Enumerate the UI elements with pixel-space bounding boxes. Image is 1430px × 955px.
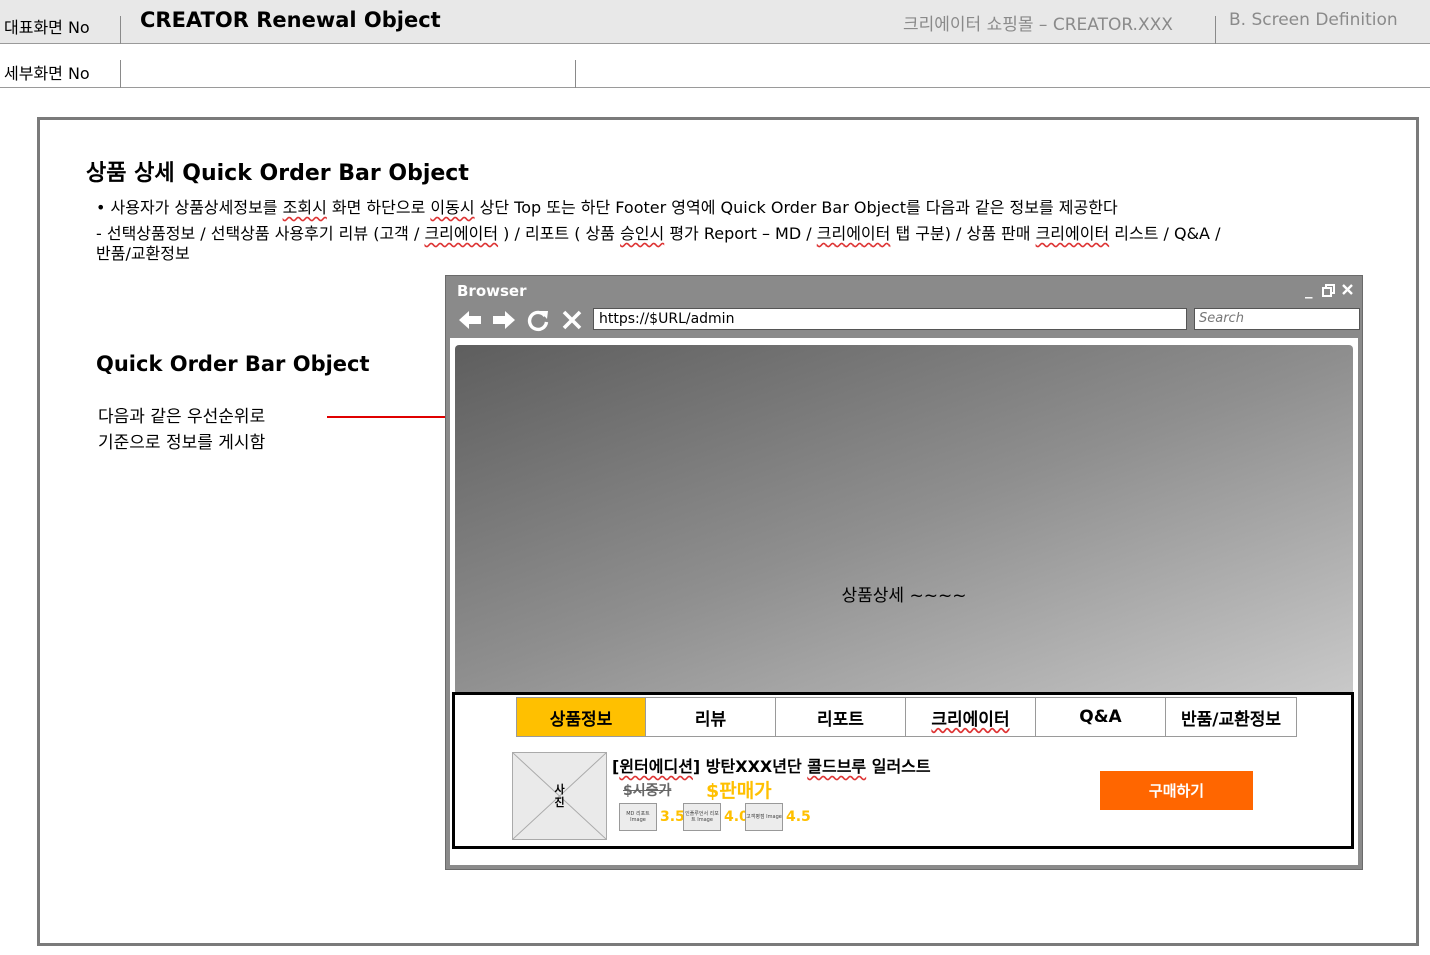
product-detail-text: 상품상세 ~~~~ bbox=[841, 586, 967, 606]
browser-title: Browser bbox=[457, 282, 527, 300]
tab-label: 리포트 bbox=[817, 709, 864, 730]
search-input[interactable]: Search bbox=[1194, 308, 1360, 330]
description-line-3: 반품/교환정보 bbox=[96, 244, 190, 263]
desc-text: • 사용자가 상품상세정보를 bbox=[96, 198, 283, 217]
browser-viewport: 상품상세 ~~~~ 상품정보 리뷰 리포트 크리에이터 Q&A 반품/교환정보 … bbox=[450, 338, 1358, 865]
list-price: $시중가 bbox=[623, 783, 672, 799]
side-desc-line: 기준으로 정보를 게시함 bbox=[98, 433, 266, 453]
product-photo-placeholder: 사 진 bbox=[512, 752, 607, 840]
tab-label: 리뷰 bbox=[694, 709, 727, 730]
quick-order-tabs: 상품정보 리뷰 리포트 크리에이터 Q&A 반품/교환정보 bbox=[516, 697, 1297, 737]
callout-connector-line bbox=[327, 416, 453, 418]
product-name: [윈터에디션] 방탄XXX년단 콜드브루 일러스트 bbox=[612, 753, 931, 777]
tab-review[interactable]: 리뷰 bbox=[646, 697, 776, 737]
product-detail-area: 상품상세 ~~~~ bbox=[455, 345, 1353, 695]
page-title: CREATOR Renewal Object bbox=[140, 8, 441, 32]
side-desc-line: 다음과 같은 우선순위로 bbox=[98, 407, 266, 427]
tab-label: Q&A bbox=[1079, 707, 1122, 727]
rating-influencer: 인플루언서 리포트 Image 4.0 bbox=[683, 803, 749, 831]
restore-icon[interactable] bbox=[1322, 283, 1335, 301]
main-screen-no-label: 대표화면 No bbox=[4, 18, 90, 37]
rating-score: 4.5 bbox=[786, 809, 811, 825]
photo-label-line: 진 bbox=[554, 796, 565, 809]
forward-arrow-icon[interactable] bbox=[490, 306, 518, 334]
section-title: 상품 상세 Quick Order Bar Object bbox=[86, 161, 469, 186]
tab-label: 반품/교환정보 bbox=[1180, 709, 1282, 730]
product-name-text: ] 방탄XXX년단 bbox=[692, 757, 808, 776]
quick-order-bar: 상품정보 리뷰 리포트 크리에이터 Q&A 반품/교환정보 사 진 [윈터에디션… bbox=[452, 692, 1354, 849]
browser-nav bbox=[456, 306, 586, 334]
rating-image: 인플루언서 리포트 Image bbox=[683, 803, 721, 831]
side-description: 다음과 같은 우선순위로 기준으로 정보를 게시함 bbox=[98, 404, 265, 456]
product-name-text: 일러스트 bbox=[866, 757, 931, 776]
header-row-main: 대표화면 No CREATOR Renewal Object 크리에이터 쇼핑몰… bbox=[0, 0, 1430, 44]
rating-image: 고객평점 Image bbox=[745, 803, 783, 831]
desc-text: 크리에이터 bbox=[424, 224, 499, 243]
rating-customer: 고객평점 Image 4.5 bbox=[745, 803, 811, 831]
site-name: 크리에이터 쇼핑몰 – CREATOR.XXX bbox=[903, 15, 1173, 35]
description-line-2: - 선택상품정보 / 선택상품 사용후기 리뷰 (고객 / 크리에이터 ) / … bbox=[96, 224, 1220, 244]
back-arrow-icon[interactable] bbox=[456, 306, 484, 334]
product-name-text: 윈터에디션 bbox=[619, 757, 693, 776]
desc-text: 조회시 bbox=[282, 198, 327, 217]
browser-window: Browser _ https://$URL/admin Search 상품상세… bbox=[445, 275, 1363, 870]
desc-text: 이동시 bbox=[430, 198, 475, 217]
tab-label: 크리에이터 bbox=[931, 709, 1010, 730]
desc-text: 평가 Report – MD / bbox=[664, 224, 817, 243]
desc-text: 탭 구분) / 상품 판매 bbox=[890, 224, 1036, 243]
reload-icon[interactable] bbox=[524, 306, 552, 334]
header-divider bbox=[120, 60, 121, 88]
doc-section: B. Screen Definition bbox=[1229, 10, 1398, 30]
tab-report[interactable]: 리포트 bbox=[776, 697, 906, 737]
side-title: Quick Order Bar Object bbox=[96, 352, 370, 376]
rating-image: MD 리포트 Image bbox=[619, 803, 657, 831]
sub-screen-no-label: 세부화면 No bbox=[4, 64, 90, 83]
desc-text: 화면 하단으로 bbox=[326, 198, 431, 217]
desc-text: 크리에이터 bbox=[816, 224, 891, 243]
desc-text: 승인시 bbox=[620, 224, 665, 243]
header-divider bbox=[1215, 16, 1216, 44]
product-name-text: 콜드브루 bbox=[807, 757, 867, 776]
header-divider bbox=[575, 60, 576, 88]
close-window-icon[interactable] bbox=[1341, 282, 1354, 300]
url-bar[interactable]: https://$URL/admin bbox=[593, 308, 1187, 330]
header-row-sub: 세부화면 No bbox=[0, 44, 1430, 88]
rating-md: MD 리포트 Image 3.5 bbox=[619, 803, 685, 831]
desc-text: ) / 리포트 ( 상품 bbox=[498, 224, 621, 243]
photo-label: 사 진 bbox=[513, 783, 606, 809]
desc-text: 상단 Top 또는 하단 Footer 영역에 Quick Order Bar … bbox=[474, 198, 1118, 217]
buy-button[interactable]: 구매하기 bbox=[1100, 771, 1253, 810]
description-line-1: • 사용자가 상품상세정보를 조회시 화면 하단으로 이동시 상단 Top 또는… bbox=[96, 198, 1118, 218]
desc-text: - 선택상품정보 / 선택상품 사용후기 리뷰 (고객 / bbox=[96, 224, 425, 243]
tab-creator[interactable]: 크리에이터 bbox=[906, 697, 1036, 737]
header-divider bbox=[120, 16, 121, 44]
tab-return-exchange[interactable]: 반품/교환정보 bbox=[1166, 697, 1297, 737]
sale-price: $판매가 bbox=[706, 780, 772, 802]
tab-product-info[interactable]: 상품정보 bbox=[516, 697, 646, 737]
stop-icon[interactable] bbox=[558, 306, 586, 334]
photo-label-line: 사 bbox=[554, 783, 565, 796]
desc-text: 크리에이터 bbox=[1035, 224, 1110, 243]
tab-qna[interactable]: Q&A bbox=[1036, 697, 1166, 737]
desc-text: 리스트 / Q&A / bbox=[1109, 224, 1221, 243]
tab-label: 상품정보 bbox=[549, 709, 613, 730]
minimize-icon[interactable]: _ bbox=[1305, 281, 1313, 299]
rating-score: 3.5 bbox=[660, 809, 685, 825]
